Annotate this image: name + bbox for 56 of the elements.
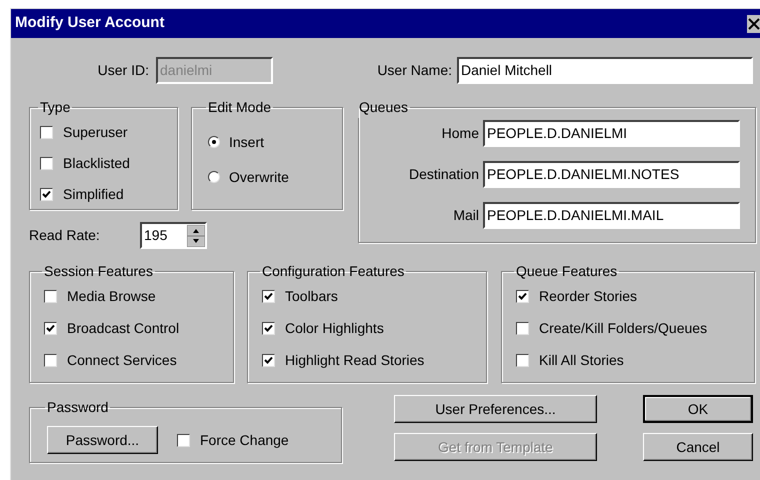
- radio-label: Overwrite: [229, 168, 289, 186]
- checkbox[interactable]: [262, 290, 275, 302]
- input-field[interactable]: PEOPLE.D.DANIELMI.NOTES: [483, 161, 740, 188]
- checkbox-label: Toolbars: [285, 286, 338, 306]
- radio-button[interactable]: [208, 136, 220, 148]
- field-label: Read Rate:: [29, 226, 101, 245]
- input-field[interactable]: PEOPLE.D.DANIELMI.MAIL: [483, 202, 740, 229]
- checkbox-label: Kill All Stories: [539, 350, 624, 370]
- group-label: Configuration Features: [261, 262, 406, 281]
- field-label: User ID:: [96, 61, 149, 80]
- spin-value: 195: [143, 226, 168, 245]
- field-label: Mail: [453, 206, 479, 225]
- dialog-button[interactable]: Cancel: [643, 433, 753, 461]
- group-label: Queue Features: [515, 262, 618, 281]
- checkbox-label: Broadcast Control: [67, 318, 180, 338]
- checkbox-label: Simplified: [63, 184, 124, 204]
- checkbox-label: Reorder Stories: [539, 286, 638, 306]
- checkbox[interactable]: [516, 354, 529, 366]
- field-label: Home: [442, 124, 479, 143]
- checkbox-label: Blacklisted: [63, 154, 130, 172]
- password-button[interactable]: Password...: [47, 426, 158, 454]
- input-field[interactable]: PEOPLE.D.DANIELMI: [483, 120, 740, 147]
- checkbox[interactable]: [40, 188, 53, 200]
- dialog-button[interactable]: User Preferences...: [394, 395, 597, 423]
- checkbox-label: Force Change: [200, 430, 289, 450]
- group-label: Session Features: [43, 262, 154, 281]
- checkbox[interactable]: [516, 290, 529, 302]
- group-label: Password: [46, 398, 110, 417]
- field-label: Destination: [408, 165, 479, 184]
- checkbox[interactable]: [40, 126, 53, 138]
- group-label: Edit Mode: [207, 98, 272, 117]
- checkbox-label: Color Highlights: [285, 318, 384, 338]
- checkbox-label: Create/Kill Folders/Queues: [539, 318, 708, 338]
- group-label: Type: [39, 98, 72, 117]
- checkbox-label: Media Browse: [67, 286, 156, 306]
- checkbox-label: Highlight Read Stories: [285, 350, 424, 370]
- dialog-button[interactable]: OK: [643, 395, 753, 423]
- checkbox[interactable]: [44, 354, 57, 366]
- checkbox[interactable]: [262, 322, 275, 334]
- field-label: User Name:: [376, 61, 452, 80]
- input-field[interactable]: Daniel Mitchell: [457, 57, 753, 84]
- checkbox[interactable]: [177, 434, 190, 446]
- group-label: Queues: [358, 98, 410, 117]
- window-title: Modify User Account: [15, 13, 164, 34]
- checkbox[interactable]: [40, 156, 53, 170]
- checkbox-label: Connect Services: [67, 350, 177, 370]
- checkbox[interactable]: [516, 322, 529, 334]
- checkbox-label: Superuser: [63, 122, 128, 142]
- close-icon[interactable]: [747, 14, 760, 32]
- radio-button[interactable]: [208, 171, 220, 183]
- checkbox[interactable]: [44, 290, 57, 302]
- checkbox[interactable]: [262, 354, 275, 366]
- spin-box[interactable]: 195: [140, 222, 207, 249]
- checkbox[interactable]: [44, 322, 57, 334]
- radio-label: Insert: [229, 132, 264, 152]
- spin-arrows-icon[interactable]: [187, 224, 205, 246]
